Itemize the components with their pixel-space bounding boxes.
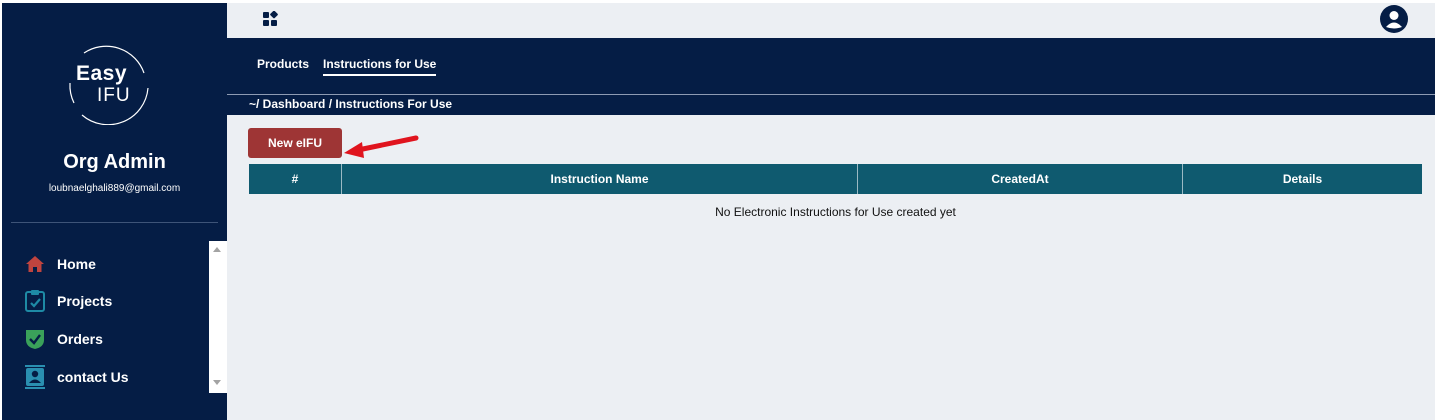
breadcrumb-bar: ~/ Dashboard / Instructions For Use [227, 95, 1435, 115]
tabs-bar: Products Instructions for Use [227, 38, 1435, 95]
column-header-created-at[interactable]: CreatedAt [858, 164, 1183, 194]
sidebar-nav: Home Projects Orders contact Us [2, 243, 210, 395]
sidebar: Easy IFU Org Admin loubnaelghali889@gmai… [2, 3, 227, 420]
shield-check-icon [22, 326, 48, 352]
sidebar-item-label: Projects [57, 293, 113, 309]
column-header-number[interactable]: # [249, 164, 342, 194]
annotation-arrow-icon [344, 135, 419, 158]
user-email: loubnaelghali889@gmail.com [48, 183, 181, 194]
home-icon [22, 251, 48, 277]
column-header-instruction-name[interactable]: Instruction Name [342, 164, 858, 194]
scroll-up-arrow-icon[interactable] [213, 247, 221, 252]
sidebar-item-label: Orders [57, 331, 103, 347]
table-header: # Instruction Name CreatedAt Details [249, 164, 1422, 194]
sidebar-scrollbar[interactable] [209, 241, 227, 393]
top-bar [227, 3, 1435, 38]
user-circle-icon[interactable] [1380, 5, 1408, 33]
sidebar-item-home[interactable]: Home [22, 251, 96, 277]
tab-instructions-for-use[interactable]: Instructions for Use [323, 57, 437, 76]
breadcrumb: ~/ Dashboard / Instructions For Use [249, 97, 453, 111]
easy-ifu-logo[interactable]: Easy IFU [64, 43, 150, 125]
empty-table-message: No Electronic Instructions for Use creat… [715, 205, 956, 219]
tab-products[interactable]: Products [257, 57, 309, 74]
contact-card-icon [22, 364, 48, 390]
logo-word-easy: Easy [76, 62, 128, 85]
clipboard-check-icon [22, 288, 48, 314]
apps-grid-icon[interactable] [262, 10, 278, 27]
main-content: New eIFU # Instruction Name CreatedAt De… [227, 115, 1435, 420]
sidebar-item-label: Home [57, 256, 96, 272]
sidebar-item-orders[interactable]: Orders [22, 326, 103, 352]
sidebar-item-contact-us[interactable]: contact Us [22, 364, 129, 390]
user-name: Org Admin [63, 151, 166, 173]
scroll-down-arrow-icon[interactable] [213, 380, 221, 385]
sidebar-item-projects[interactable]: Projects [22, 288, 112, 314]
column-header-details[interactable]: Details [1183, 164, 1422, 194]
new-eifu-button[interactable]: New eIFU [248, 128, 342, 158]
sidebar-divider [11, 222, 218, 223]
sidebar-item-label: contact Us [57, 369, 129, 385]
logo-word-ifu: IFU [97, 85, 131, 106]
